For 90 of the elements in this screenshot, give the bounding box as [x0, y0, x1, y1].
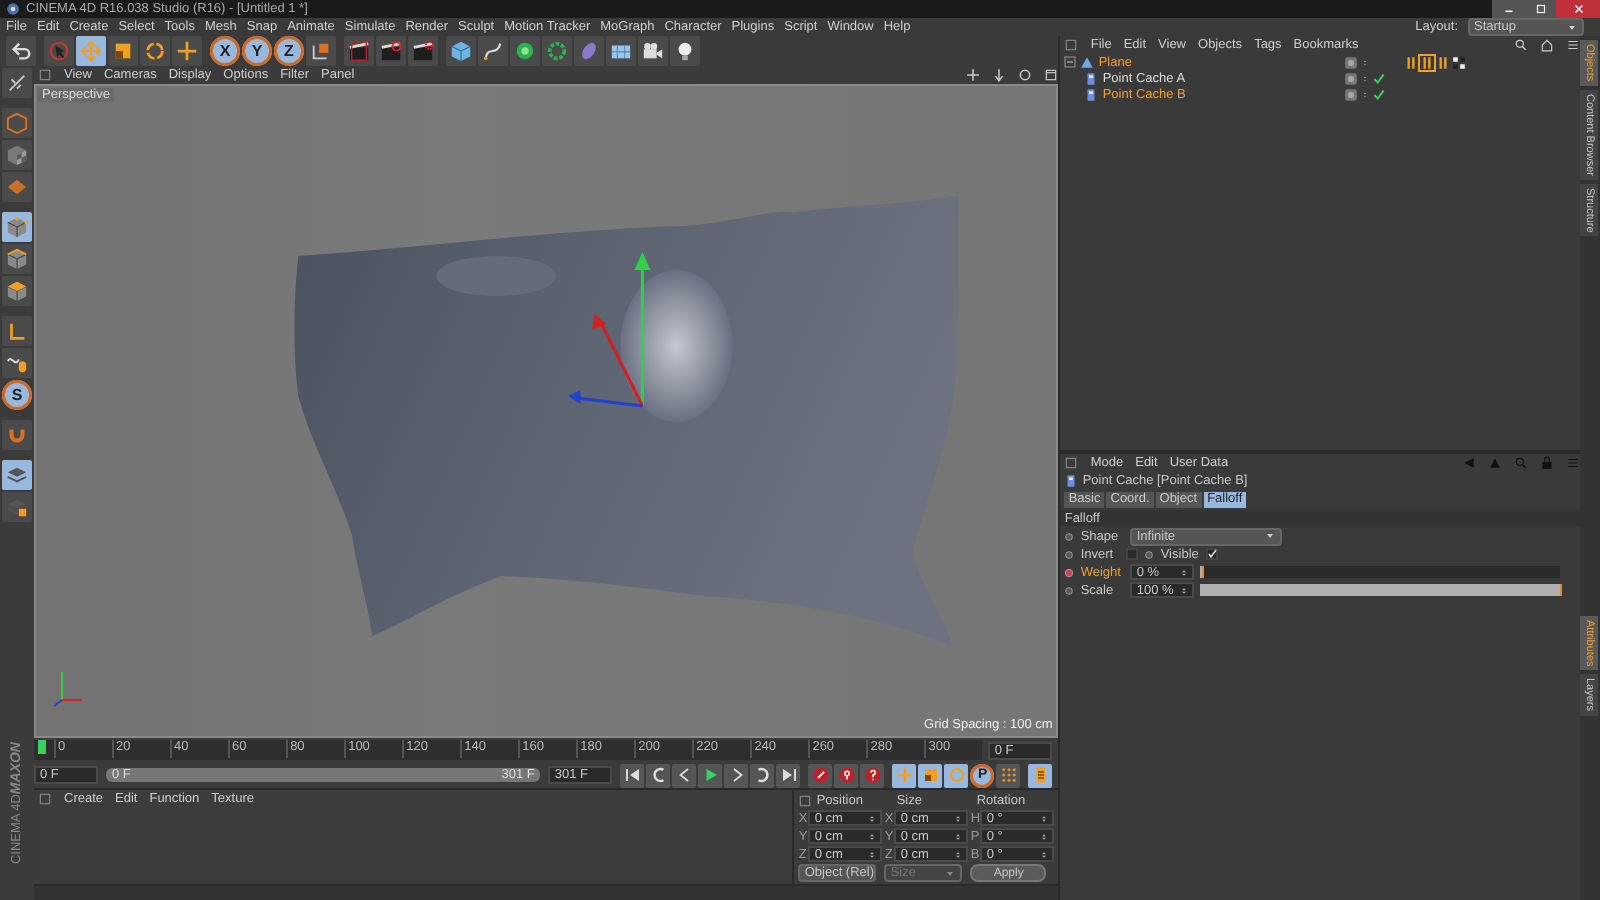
spinner-icon	[954, 813, 963, 823]
maximize-icon	[1533, 2, 1547, 16]
search-icon[interactable]	[1514, 38, 1528, 52]
magnet-icon[interactable]	[2, 420, 32, 450]
spinner-icon	[1040, 813, 1049, 823]
checkmark-icon[interactable]	[1372, 87, 1387, 101]
snap-button[interactable]: S	[2, 380, 32, 410]
spinner-icon	[868, 849, 877, 859]
ring-icon[interactable]	[542, 36, 572, 66]
spinner-icon	[868, 813, 877, 823]
skip-to-start-icon[interactable]	[620, 763, 645, 787]
selection-icon[interactable]	[44, 36, 74, 66]
checkmark-icon[interactable]	[1372, 71, 1387, 85]
axis-icon[interactable]	[2, 316, 32, 346]
world-axis-icon	[53, 671, 84, 707]
house-icon[interactable]	[1540, 38, 1554, 52]
autokey-icon[interactable]	[834, 763, 859, 787]
spinner-icon	[1040, 849, 1049, 859]
scale-key-icon[interactable]	[918, 763, 943, 787]
play-icon[interactable]	[698, 763, 723, 787]
animation-dot-icon[interactable]	[1064, 531, 1075, 541]
app-logo-icon	[6, 2, 20, 16]
panel-handle-icon	[798, 793, 813, 807]
clapperboard-icon[interactable]	[376, 36, 406, 66]
animation-dot-icon[interactable]	[1064, 549, 1075, 559]
playhead-marker[interactable]	[38, 740, 46, 754]
clapperboard-icon[interactable]	[408, 36, 438, 66]
cube-points-icon[interactable]	[2, 212, 32, 242]
animation-dot-icon[interactable]	[1064, 585, 1075, 595]
move-key-icon[interactable]	[892, 763, 917, 787]
axis-lock-button[interactable]: Z	[274, 36, 304, 66]
key-selection-icon[interactable]	[860, 763, 885, 787]
cube-outline-icon[interactable]	[2, 108, 32, 138]
panel-handle-icon	[1064, 456, 1079, 470]
axis-lock-button[interactable]: Y	[242, 36, 272, 66]
orbit-icon[interactable]	[1018, 68, 1033, 82]
caret-icon	[1264, 530, 1277, 542]
next-frame-icon[interactable]	[724, 763, 749, 787]
spinner-icon	[1180, 567, 1189, 577]
timeline-icon[interactable]	[1028, 763, 1053, 787]
cube-icon[interactable]	[446, 36, 476, 66]
light-bulb-icon[interactable]	[670, 36, 700, 66]
checkbox[interactable]	[1126, 548, 1139, 560]
crosshair-icon[interactable]	[172, 36, 202, 66]
spinner-icon	[1180, 585, 1189, 595]
clapperboard-icon[interactable]	[344, 36, 374, 66]
skip-to-end-icon[interactable]	[776, 763, 801, 787]
record-icon[interactable]	[808, 763, 833, 787]
layers-lock-icon[interactable]	[2, 492, 32, 522]
checkbox[interactable]	[1206, 548, 1219, 560]
tag-icon[interactable]	[1452, 55, 1467, 69]
sphere-icon[interactable]	[510, 36, 540, 66]
animation-dot-icon[interactable]	[1144, 549, 1155, 559]
spinner-icon	[1040, 831, 1049, 841]
pan-icon[interactable]	[966, 68, 981, 82]
next-key-icon[interactable]	[750, 763, 775, 787]
panel-handle-icon	[38, 792, 52, 806]
spinner-icon	[954, 849, 963, 859]
zoom-arrow-icon[interactable]	[992, 68, 1007, 82]
object-icon	[1080, 55, 1095, 69]
panel-handle-icon	[38, 68, 52, 82]
close-icon	[1571, 2, 1585, 16]
spinner-icon	[954, 831, 963, 841]
previous-frame-icon[interactable]	[672, 763, 697, 787]
layers-icon[interactable]	[2, 460, 32, 490]
cube-polygons-icon[interactable]	[2, 276, 32, 306]
cube-edges-icon[interactable]	[2, 244, 32, 274]
grid-plane-icon[interactable]	[606, 36, 636, 66]
dot-grid-icon[interactable]	[996, 763, 1021, 787]
rotate-icon[interactable]	[140, 36, 170, 66]
rotate-key-icon[interactable]	[944, 763, 969, 787]
slider-track[interactable]	[1200, 566, 1560, 578]
animation-dot-icon[interactable]	[1064, 567, 1075, 577]
edit-icon[interactable]	[2, 68, 32, 98]
pen-icon[interactable]	[478, 36, 508, 66]
undo-icon[interactable]	[6, 36, 36, 66]
checker-cube-icon[interactable]	[2, 140, 32, 170]
scale-icon[interactable]	[108, 36, 138, 66]
point-cache-icon	[1064, 474, 1079, 488]
caret-icon	[944, 867, 957, 879]
maximize-view-icon[interactable]	[1044, 68, 1059, 82]
axis-lock-button[interactable]: X	[210, 36, 240, 66]
spinner-icon	[868, 831, 877, 841]
previous-key-icon[interactable]	[646, 763, 671, 787]
coordinate-system-icon[interactable]	[306, 36, 336, 66]
mouse-icon[interactable]	[2, 348, 32, 378]
panel-handle-icon	[1064, 38, 1079, 52]
expand-icon[interactable]	[1064, 56, 1077, 68]
camera-icon[interactable]	[638, 36, 668, 66]
maximize-button[interactable]	[1524, 0, 1556, 18]
